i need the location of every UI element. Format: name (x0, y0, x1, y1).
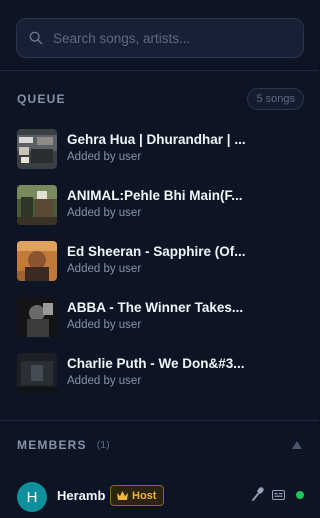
song-thumbnail (17, 185, 57, 225)
host-badge-label: Host (132, 489, 157, 502)
collapse-arrow-icon[interactable] (292, 440, 302, 450)
cc-icon[interactable] (272, 490, 285, 500)
song-added-by: Added by user (67, 263, 142, 275)
song-thumbnail (17, 129, 57, 169)
queue-item[interactable]: Gehra Hua | Dhurandhar | ... Added by us… (0, 128, 319, 170)
song-title: Ed Sheeran - Sapphire (Of... (67, 244, 246, 259)
host-badge: Host (110, 485, 165, 506)
queue-item[interactable]: Charlie Puth - We Don&#3... Added by use… (0, 352, 319, 394)
song-added-by: Added by user (67, 207, 142, 219)
avatar: H (17, 482, 47, 512)
mic-icon[interactable] (252, 487, 265, 501)
song-added-by: Added by user (67, 319, 142, 331)
search-icon (29, 31, 43, 45)
search-bar (16, 18, 304, 58)
queue-heading-label: QUEUE (17, 92, 66, 106)
queue-item[interactable]: ABBA - The Winner Takes... Added by user (0, 296, 319, 338)
search-input[interactable] (53, 30, 283, 46)
crown-icon (117, 491, 128, 500)
members-count: (1) (96, 439, 110, 451)
song-title: Charlie Puth - We Don&#3... (67, 356, 245, 371)
song-title: ANIMAL:Pehle Bhi Main(F... (67, 188, 243, 203)
queue-count-badge: 5 songs (247, 88, 304, 110)
members-heading[interactable]: MEMBERS (1) (17, 438, 110, 452)
sidebar-panel: QUEUE 5 songs Gehra Hua | Dhurandhar | .… (0, 0, 319, 518)
song-thumbnail (17, 353, 57, 393)
online-status-indicator (296, 491, 304, 499)
song-thumbnail (17, 297, 57, 337)
queue-item[interactable]: ANIMAL:Pehle Bhi Main(F... Added by user (0, 184, 319, 226)
member-name: Heramb (57, 488, 106, 503)
song-added-by: Added by user (67, 375, 142, 387)
divider (0, 420, 319, 421)
song-added-by: Added by user (67, 151, 142, 163)
song-title: ABBA - The Winner Takes... (67, 300, 244, 315)
search-box[interactable] (16, 18, 304, 58)
queue-item[interactable]: Ed Sheeran - Sapphire (Of... Added by us… (0, 240, 319, 282)
song-thumbnail (17, 241, 57, 281)
song-title: Gehra Hua | Dhurandhar | ... (67, 132, 246, 147)
queue-heading: QUEUE (17, 92, 66, 106)
divider (0, 70, 319, 71)
members-heading-label: MEMBERS (17, 438, 87, 452)
member-row[interactable]: H Heramb Host (0, 480, 319, 512)
